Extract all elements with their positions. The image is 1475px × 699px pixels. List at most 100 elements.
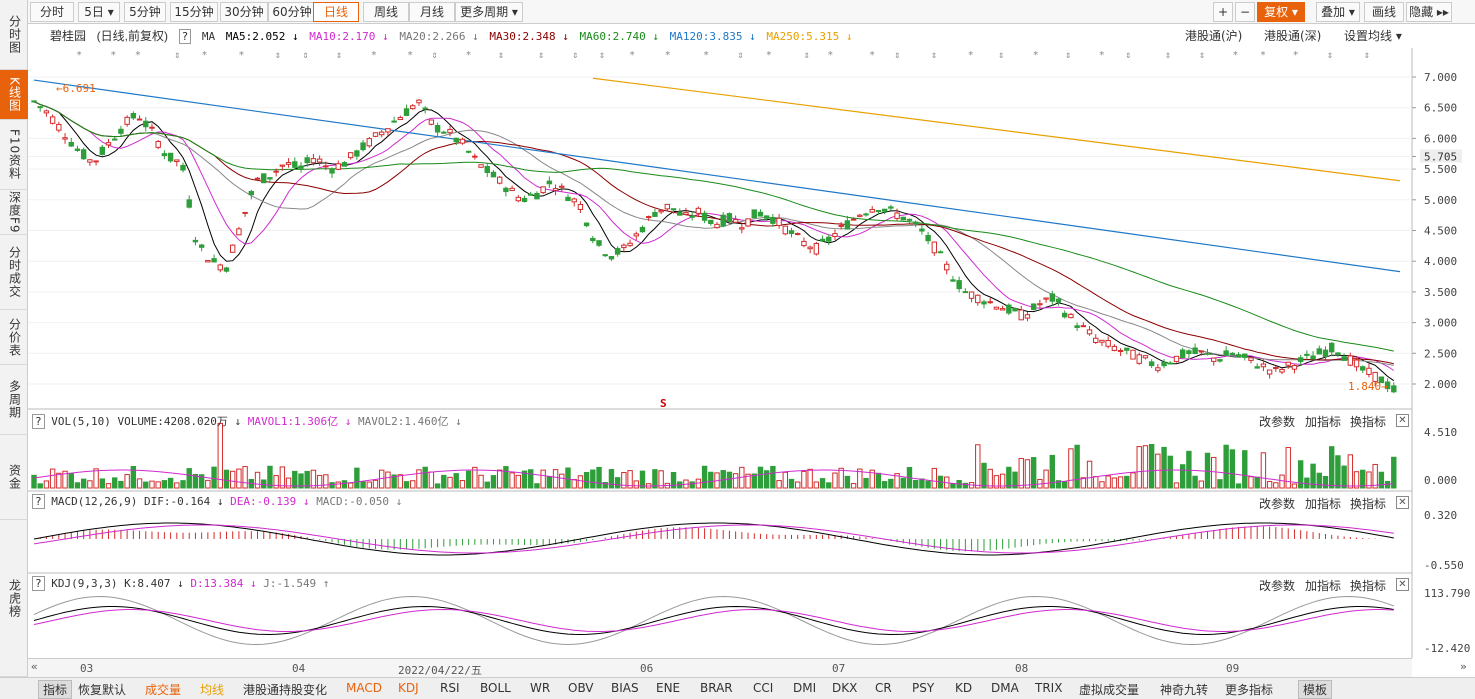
candle-body [149,126,155,129]
macd-value: MACD:-0.050 ↓ [316,495,403,508]
event-marker: ⇕ [1165,50,1171,61]
bottom-tab-16[interactable]: DKX [832,681,857,695]
period-button-6[interactable]: 日线 [313,2,359,22]
kdj-help-icon[interactable]: ? [32,576,45,591]
bottom-tab-22[interactable]: 虚拟成交量 [1079,681,1139,698]
period-toolbar: 分时 5日 ▾ 5分钟 15分钟 30分钟 60分钟 日线 周线 月线 更多周期 ▾ + − 复权 ▾ 叠… [28,0,1475,24]
period-button-2[interactable]: 5分钟 [124,2,166,22]
toolbar-button-0[interactable]: + [1213,2,1233,22]
bottom-tab-25[interactable]: 模板 [1298,680,1333,699]
kdj-swap-button[interactable]: 换指标 [1350,577,1386,594]
left-tab-8[interactable]: 龙虎榜 [0,520,28,677]
vol-bar [888,478,894,489]
kdj-add-button[interactable]: 加指标 [1305,577,1341,594]
bottom-tab-8[interactable]: BOLL [480,681,511,695]
vol-bar [1161,446,1167,489]
toolbar-button-1[interactable]: − [1235,2,1255,22]
bottom-tab-20[interactable]: DMA [991,681,1019,695]
left-tab-4[interactable]: 分时成交 [0,235,28,310]
x-axis-label-1: 04 [292,662,306,675]
left-tab-3[interactable]: 深度F9 [0,190,28,235]
vol-bar [900,477,906,489]
period-button-7[interactable]: 周线 [363,2,409,22]
vol-bar [596,466,602,489]
period-button-5[interactable]: 60分钟 [268,2,316,22]
macd-swap-button[interactable]: 换指标 [1350,495,1386,512]
bottom-tab-4[interactable]: 港股通持股变化 [243,681,327,698]
left-tab-0[interactable]: 分时图 [0,0,28,70]
period-button-4[interactable]: 30分钟 [220,2,268,22]
vol-bar [689,481,695,489]
candle-body [410,105,416,110]
bottom-tab-21[interactable]: TRIX [1035,681,1062,695]
candle-body [912,221,919,225]
candle-body [1192,347,1198,355]
vol-swap-button[interactable]: 换指标 [1350,413,1386,430]
bottom-tab-14[interactable]: CCI [753,681,773,695]
vol-change-button[interactable]: 改参数 [1259,413,1295,430]
bottom-tab-1[interactable]: 恢复默认 [78,681,126,698]
left-tab-2[interactable]: F10资料 [0,120,28,190]
event-marker: * [827,50,833,61]
price-label-3: 5.705 [1424,151,1457,164]
toolbar-button-3[interactable]: 叠加 ▾ [1316,2,1360,22]
scroll-left-icon[interactable]: « [31,660,38,673]
vol-close-icon[interactable]: ✕ [1396,414,1409,427]
period-button-0[interactable]: 分时 [30,2,74,22]
candle-body [639,226,646,233]
bottom-tab-19[interactable]: KD [955,681,972,695]
candle-body [1217,359,1223,362]
candle-body [496,176,503,184]
bottom-tab-9[interactable]: WR [530,681,550,695]
vol-bar [1217,479,1223,489]
candle-body [1242,353,1248,358]
scroll-right-icon[interactable]: » [1460,660,1467,673]
macd-add-button[interactable]: 加指标 [1305,495,1341,512]
vol-bar [838,467,844,489]
toolbar-button-2[interactable]: 复权 ▾ [1257,2,1305,22]
event-marker: ⇕ [498,50,504,61]
vol-bar [1372,463,1378,489]
bottom-tab-11[interactable]: BIAS [611,681,639,695]
vol-add-button[interactable]: 加指标 [1305,413,1341,430]
left-tab-5[interactable]: 分价表 [0,310,28,365]
vol-bar [1179,464,1186,489]
bottom-tab-17[interactable]: CR [875,681,892,695]
bottom-tab-6[interactable]: KDJ [398,681,419,695]
bottom-tab-2[interactable]: 成交量 [145,681,181,698]
toolbar-button-5[interactable]: 隐藏 ▸▸ [1406,2,1452,22]
period-button-1[interactable]: 5日 ▾ [78,2,120,22]
vol-bar [465,470,472,489]
vol-bar [732,473,739,489]
period-button-8[interactable]: 月线 [409,2,455,22]
bottom-tab-5[interactable]: MACD [346,681,382,695]
vol-help-icon[interactable]: ? [32,414,45,429]
candle-body [161,153,168,157]
bottom-tab-10[interactable]: OBV [568,681,594,695]
candle-body [950,279,956,282]
macd-close-icon[interactable]: ✕ [1396,496,1409,509]
left-tab-6[interactable]: 多周期 [0,365,28,435]
kdj-close-icon[interactable]: ✕ [1396,578,1409,591]
bottom-tab-7[interactable]: RSI [440,681,460,695]
bottom-tab-15[interactable]: DMI [793,681,816,695]
bottom-tab-23[interactable]: 神奇九转 [1160,681,1208,698]
kdj-change-button[interactable]: 改参数 [1259,577,1295,594]
vol-mavol1: MAVOL1:1.306亿 ↓ [247,415,352,428]
macd-help-icon[interactable]: ? [32,494,45,509]
left-tab-1[interactable]: K线图 [0,70,28,120]
left-tab-7[interactable]: 资金 [0,435,28,520]
period-button-3[interactable]: 15分钟 [170,2,218,22]
toolbar-button-4[interactable]: 画线 [1364,2,1404,22]
bottom-tab-0[interactable]: 指标 [38,680,73,699]
candle-body [1248,357,1254,361]
chart-area: 7.000 6.500 6.000 5.7055.500 5.000 4.500 4.000… [28,48,1470,658]
bottom-tab-12[interactable]: ENE [656,681,680,695]
bottom-tab-18[interactable]: PSY [912,681,934,695]
period-button-9[interactable]: 更多周期 ▾ [455,2,523,22]
macd-header: ? MACD(12,26,9) DIF:-0.164 ↓ DEA:-0.139 … [32,494,403,509]
macd-change-button[interactable]: 改参数 [1259,495,1295,512]
bottom-tab-13[interactable]: BRAR [700,681,733,695]
bottom-tab-3[interactable]: 均线 [200,681,224,698]
bottom-tab-24[interactable]: 更多指标 [1225,681,1273,698]
